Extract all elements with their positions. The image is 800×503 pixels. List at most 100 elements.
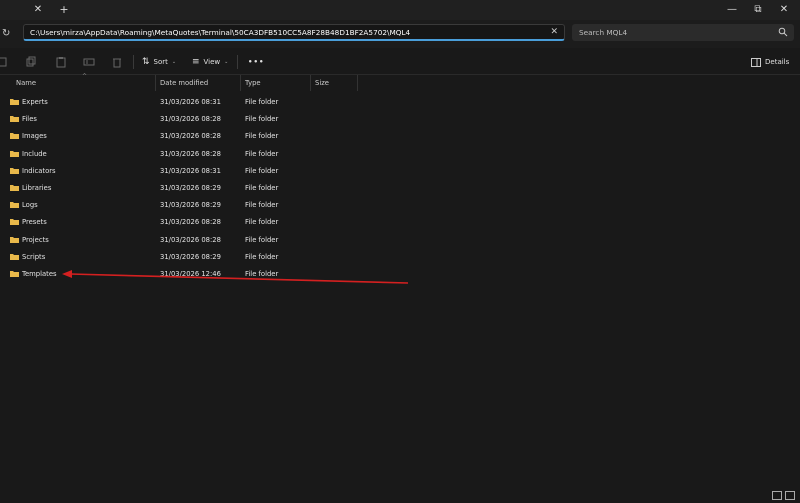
file-name[interactable]: Files (22, 115, 37, 123)
column-divider[interactable] (155, 75, 156, 91)
folder-icon (10, 219, 19, 226)
more-options-label: ••• (248, 58, 265, 66)
column-divider[interactable] (357, 75, 358, 91)
delete-icon[interactable] (111, 56, 123, 68)
minimize-button[interactable]: — (720, 2, 744, 18)
list-item[interactable]: Projects 31/03/2026 08:28 File folder (0, 231, 800, 248)
file-date: 31/03/2026 08:28 (160, 132, 221, 141)
column-name-header[interactable]: Name (16, 79, 36, 87)
column-divider[interactable] (240, 75, 241, 91)
close-tab-icon[interactable]: ✕ (32, 4, 44, 16)
file-date: 31/03/2026 08:29 (160, 252, 221, 261)
file-type: File folder (245, 252, 279, 261)
folder-icon (10, 202, 19, 209)
tab-current[interactable]: ✕ (0, 0, 50, 20)
list-item[interactable]: Libraries 31/03/2026 08:29 File folder (0, 179, 800, 196)
paste-icon[interactable] (55, 56, 67, 68)
column-size-header[interactable]: Size (315, 79, 329, 87)
sort-ascending-icon: ^ (82, 73, 88, 80)
file-name[interactable]: Scripts (22, 253, 45, 261)
list-item[interactable]: Logs 31/03/2026 08:29 File folder (0, 196, 800, 213)
list-item[interactable]: Images 31/03/2026 08:28 File folder (0, 127, 800, 144)
column-type-header[interactable]: Type (245, 79, 261, 87)
toolbar-divider (237, 55, 238, 69)
rename-icon[interactable] (83, 56, 95, 68)
file-name[interactable]: Presets (22, 218, 47, 226)
title-bar: ✕ + — ⧉ ✕ (0, 0, 800, 20)
folder-icon (10, 236, 19, 243)
file-name[interactable]: Indicators (22, 167, 56, 175)
new-tab-button[interactable]: + (58, 4, 70, 16)
list-item[interactable]: Include 31/03/2026 08:28 File folder (0, 145, 800, 162)
chevron-down-icon: ⌄ (224, 59, 229, 65)
file-type: File folder (245, 166, 279, 175)
folder-icon (10, 185, 19, 191)
tiles-view-toggle[interactable] (785, 491, 795, 500)
file-name[interactable]: Images (22, 132, 47, 140)
folder-icon (10, 253, 19, 260)
search-input[interactable]: Search MQL4 (572, 24, 794, 41)
list-item[interactable]: Scripts 31/03/2026 08:29 File folder (0, 248, 800, 265)
file-date: 31/03/2026 12:46 (160, 270, 221, 278)
clear-address-icon[interactable]: ✕ (550, 27, 558, 37)
column-divider[interactable] (310, 75, 311, 91)
file-type: File folder (245, 218, 279, 227)
cut-icon[interactable] (0, 56, 10, 68)
file-type: File folder (245, 98, 279, 106)
folder-icon (10, 150, 19, 157)
file-date: 31/03/2026 08:28 (160, 149, 221, 158)
column-date-header[interactable]: Date modified (160, 79, 208, 87)
folder-icon (10, 116, 19, 123)
list-item[interactable]: Presets 31/03/2026 08:28 File folder (0, 213, 800, 230)
view-icon: ≡ (192, 57, 200, 67)
chevron-down-icon: ⌄ (171, 59, 177, 65)
toolbar-divider (133, 55, 134, 69)
sort-label: Sort (153, 58, 168, 66)
list-item[interactable]: Indicators 31/03/2026 08:31 File folder (0, 162, 800, 179)
file-date: 31/03/2026 08:31 (160, 166, 221, 175)
details-pane-icon (751, 57, 761, 67)
copy-icon[interactable] (25, 56, 37, 68)
file-date: 31/03/2026 08:29 (160, 201, 221, 210)
address-input[interactable]: C:\Users\mirza\AppData\Roaming\MetaQuote… (23, 24, 565, 41)
address-path-text[interactable]: C:\Users\mirza\AppData\Roaming\MetaQuote… (30, 28, 410, 37)
details-view-toggle[interactable] (772, 491, 782, 500)
file-type: File folder (245, 115, 279, 124)
folder-icon (10, 133, 19, 140)
file-name[interactable]: Experts (22, 98, 48, 106)
folder-icon (10, 271, 19, 277)
details-pane-button[interactable]: Details (751, 56, 789, 68)
folder-icon (10, 99, 19, 105)
column-header: ^ Name Date modified Type Size (0, 73, 800, 91)
file-type: File folder (245, 132, 279, 141)
file-type: File folder (245, 235, 279, 244)
refresh-icon[interactable]: ↻ (2, 28, 12, 40)
view-button[interactable]: ≡ View ⌄ (192, 56, 228, 68)
sort-button[interactable]: ⇅ Sort ⌄ (142, 56, 176, 68)
list-item[interactable]: Experts 31/03/2026 08:31 File folder (0, 93, 800, 110)
close-window-button[interactable]: ✕ (772, 2, 796, 18)
file-date: 31/03/2026 08:28 (160, 115, 221, 124)
list-item[interactable]: Templates 31/03/2026 12:46 File folder (0, 265, 800, 282)
sort-icon: ⇅ (142, 57, 150, 67)
file-type: File folder (245, 201, 279, 210)
view-label: View (203, 58, 221, 66)
file-type: File folder (245, 270, 279, 278)
file-name[interactable]: Projects (22, 236, 49, 244)
file-name[interactable]: Libraries (22, 184, 51, 192)
file-date: 31/03/2026 08:28 (160, 235, 221, 244)
file-name[interactable]: Include (22, 150, 47, 158)
command-bar: ⇅ Sort ⌄ ≡ View ⌄ ••• Details (0, 50, 800, 75)
file-date: 31/03/2026 08:28 (160, 218, 221, 227)
file-name[interactable]: Templates (22, 270, 57, 278)
details-label: Details (765, 58, 790, 66)
search-placeholder[interactable]: Search MQL4 (579, 28, 627, 37)
list-item[interactable]: Files 31/03/2026 08:28 File folder (0, 110, 800, 127)
file-name[interactable]: Logs (22, 201, 38, 209)
more-options-button[interactable]: ••• (248, 56, 264, 68)
folder-icon (10, 167, 19, 174)
search-icon[interactable] (778, 27, 788, 37)
file-date: 31/03/2026 08:29 (160, 184, 221, 192)
maximize-button[interactable]: ⧉ (746, 2, 770, 18)
file-date: 31/03/2026 08:31 (160, 98, 221, 106)
